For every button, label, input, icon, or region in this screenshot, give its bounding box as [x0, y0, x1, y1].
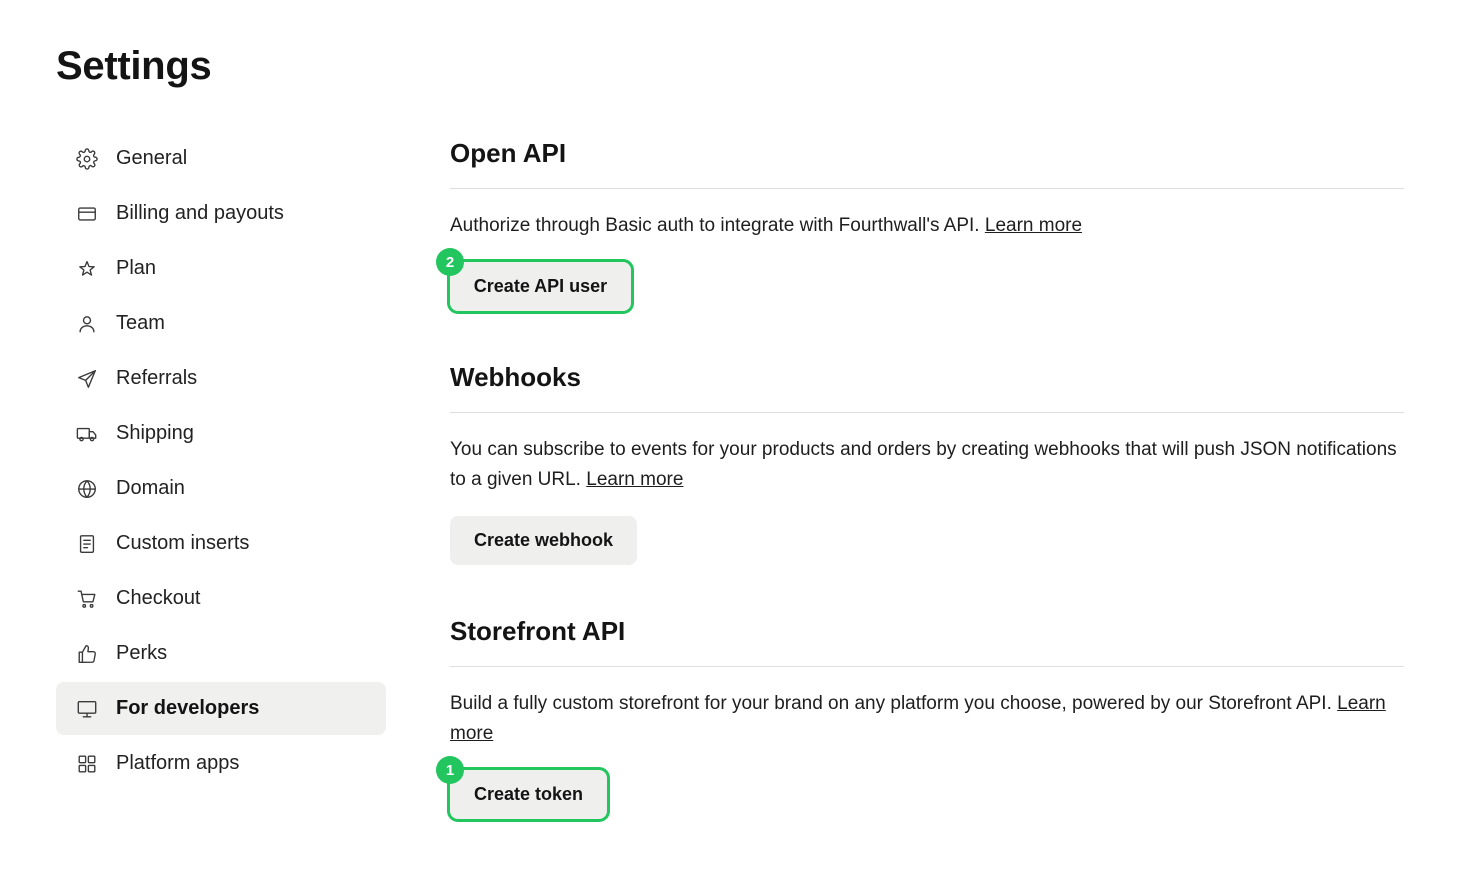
section-divider	[450, 666, 1404, 667]
sidebar-item-label: Team	[116, 312, 165, 334]
sidebar-item-label: For developers	[116, 697, 260, 719]
create-token-button[interactable]: Create token	[447, 767, 610, 822]
sidebar-item-perks[interactable]: Perks	[56, 627, 386, 680]
sidebar-item-label: Billing and payouts	[116, 202, 284, 224]
sidebar-item-custom-inserts[interactable]: Custom inserts	[56, 517, 386, 570]
gear-icon	[76, 147, 98, 170]
sidebar-item-label: Platform apps	[116, 752, 240, 774]
thumbs-up-icon	[76, 643, 98, 665]
description-text: Authorize through Basic auth to integrat…	[450, 215, 980, 236]
sidebar-item-for-developers[interactable]: For developers	[56, 682, 386, 735]
section-description: You can subscribe to events for your pro…	[450, 435, 1404, 495]
grid-icon	[76, 753, 98, 775]
section-divider	[450, 188, 1404, 189]
truck-icon	[76, 423, 98, 445]
section-title: Webhooks	[450, 362, 581, 392]
sidebar-item-shipping[interactable]: Shipping	[56, 407, 386, 460]
cart-icon	[76, 588, 98, 610]
open-api-section: Open API Authorize through Basic auth to…	[450, 136, 1404, 241]
sidebar-item-billing[interactable]: Billing and payouts	[56, 187, 386, 240]
webhooks-section: Webhooks You can subscribe to events for…	[450, 360, 1404, 495]
sidebar-item-referrals[interactable]: Referrals	[56, 352, 386, 405]
sidebar-item-label: Referrals	[116, 367, 198, 389]
learn-more-link[interactable]: Learn more	[985, 215, 1082, 236]
create-webhook-button[interactable]: Create webhook	[450, 516, 637, 565]
section-divider	[450, 412, 1404, 413]
section-description: Authorize through Basic auth to integrat…	[450, 211, 1404, 241]
storefront-api-section: Storefront API Build a fully custom stor…	[450, 614, 1404, 749]
section-title: Storefront API	[450, 616, 626, 646]
learn-more-link[interactable]: Learn more	[586, 469, 683, 490]
send-icon	[76, 368, 98, 390]
step-badge: 1	[436, 756, 464, 784]
sidebar-item-label: Plan	[116, 257, 157, 279]
sidebar-item-label: Shipping	[116, 422, 194, 444]
user-icon	[76, 313, 98, 335]
settings-sidebar: General Billing and payouts Plan Team Re…	[56, 132, 386, 792]
sidebar-item-label: Domain	[116, 477, 185, 499]
sidebar-item-plan[interactable]: Plan	[56, 242, 386, 295]
sidebar-item-checkout[interactable]: Checkout	[56, 572, 386, 625]
star-icon	[76, 258, 98, 280]
sidebar-item-platform-apps[interactable]: Platform apps	[56, 737, 386, 790]
sidebar-item-domain[interactable]: Domain	[56, 462, 386, 515]
sidebar-item-label: Checkout	[116, 587, 201, 609]
section-title: Open API	[450, 138, 567, 168]
credit-card-icon	[76, 203, 98, 225]
step-badge: 2	[436, 248, 464, 276]
globe-icon	[76, 478, 98, 500]
section-description: Build a fully custom storefront for your…	[450, 689, 1404, 749]
document-icon	[76, 533, 98, 555]
monitor-icon	[76, 698, 98, 720]
sidebar-item-label: Perks	[116, 642, 168, 664]
create-api-user-button[interactable]: Create API user	[447, 259, 634, 314]
sidebar-item-team[interactable]: Team	[56, 297, 386, 350]
description-text: Build a fully custom storefront for your…	[450, 693, 1332, 714]
sidebar-item-label: General	[116, 147, 188, 169]
page-title: Settings	[56, 44, 212, 88]
sidebar-item-general[interactable]: General	[56, 132, 386, 185]
sidebar-item-label: Custom inserts	[116, 532, 250, 554]
